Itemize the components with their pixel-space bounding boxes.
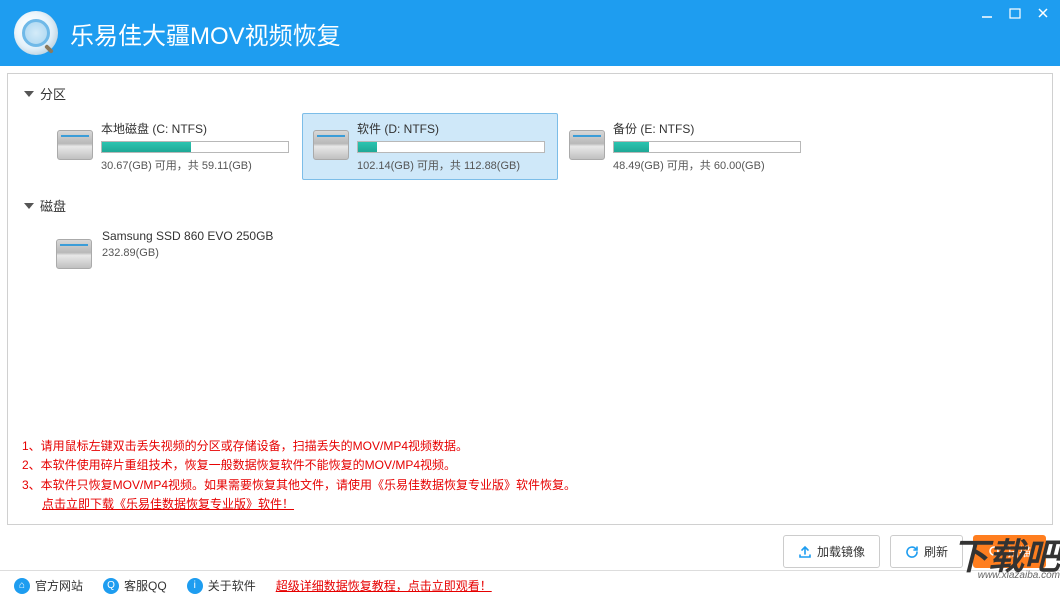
drive-info: 本地磁盘 (C: NTFS) 30.67(GB) 可用，共 59.11(GB) (101, 120, 291, 173)
partition-label: 分区 (40, 84, 66, 103)
disk-label-text: Samsung SSD 860 EVO 250GB (102, 229, 292, 243)
main-panel: 分区 本地磁盘 (C: NTFS) 30.67(GB) 可用，共 59.11(G… (7, 73, 1053, 525)
disk-icon (56, 239, 92, 269)
qq-icon: Q (103, 578, 119, 594)
drive-icon (569, 130, 605, 160)
download-pro-link[interactable]: 点击立即下载《乐易佳数据恢复专业版》软件！ (22, 495, 1038, 514)
search-icon (988, 545, 1002, 559)
scan-button[interactable]: 扫描 (973, 535, 1046, 568)
partition-section: 分区 本地磁盘 (C: NTFS) 30.67(GB) 可用，共 59.11(G… (24, 84, 1036, 180)
support-qq-label: 客服QQ (124, 577, 167, 594)
disk-0[interactable]: Samsung SSD 860 EVO 250GB 232.89(GB) (46, 225, 302, 273)
usage-bar (357, 141, 545, 153)
tutorial-link[interactable]: 超级详细数据恢复教程，点击立即观看！ (276, 577, 492, 594)
app-logo-icon (14, 11, 58, 55)
drive-c[interactable]: 本地磁盘 (C: NTFS) 30.67(GB) 可用，共 59.11(GB) (46, 113, 302, 180)
collapse-icon (24, 203, 34, 209)
maximize-button[interactable] (1008, 6, 1022, 20)
drive-label: 本地磁盘 (C: NTFS) (101, 120, 291, 137)
refresh-icon (905, 545, 919, 559)
disk-items: Samsung SSD 860 EVO 250GB 232.89(GB) (24, 225, 1036, 273)
instruction-line-1: 1、请用鼠标左键双击丢失视频的分区或存储设备，扫描丢失的MOV/MP4视频数据。 (22, 437, 1038, 456)
info-icon: i (187, 578, 203, 594)
drive-d[interactable]: 软件 (D: NTFS) 102.14(GB) 可用，共 112.88(GB) (302, 113, 558, 180)
instruction-line-2: 2、本软件使用碎片重组技术，恢复一般数据恢复软件不能恢复的MOV/MP4视频。 (22, 456, 1038, 475)
load-image-button[interactable]: 加载镜像 (783, 535, 880, 568)
drive-label: 备份 (E: NTFS) (613, 120, 803, 137)
load-image-label: 加载镜像 (817, 543, 865, 560)
disk-size: 232.89(GB) (102, 247, 292, 259)
collapse-icon (24, 91, 34, 97)
footer: ⌂ 官方网站 Q 客服QQ i 关于软件 超级详细数据恢复教程，点击立即观看！ (0, 570, 1060, 600)
drive-stats: 102.14(GB) 可用，共 112.88(GB) (357, 157, 547, 173)
drive-icon (313, 130, 349, 160)
drive-e[interactable]: 备份 (E: NTFS) 48.49(GB) 可用，共 60.00(GB) (558, 113, 814, 180)
disk-info: Samsung SSD 860 EVO 250GB 232.89(GB) (102, 229, 292, 269)
scan-label: 扫描 (1007, 543, 1031, 560)
minimize-button[interactable] (980, 6, 994, 20)
support-qq-link[interactable]: Q 客服QQ (103, 577, 167, 594)
usage-bar (101, 141, 289, 153)
disk-header[interactable]: 磁盘 (24, 196, 1036, 215)
usage-bar (613, 141, 801, 153)
drive-stats: 48.49(GB) 可用，共 60.00(GB) (613, 157, 803, 173)
drive-label: 软件 (D: NTFS) (357, 120, 547, 137)
drive-stats: 30.67(GB) 可用，共 59.11(GB) (101, 157, 291, 173)
refresh-button[interactable]: 刷新 (890, 535, 963, 568)
refresh-label: 刷新 (924, 543, 948, 560)
app-header: 乐易佳大疆MOV视频恢复 (0, 0, 1060, 66)
partition-header[interactable]: 分区 (24, 84, 1036, 103)
upload-icon (798, 545, 812, 559)
about-link[interactable]: i 关于软件 (187, 577, 256, 594)
disk-section: 磁盘 Samsung SSD 860 EVO 250GB 232.89(GB) (24, 196, 1036, 273)
app-title: 乐易佳大疆MOV视频恢复 (70, 16, 341, 51)
about-label: 关于软件 (208, 577, 256, 594)
close-button[interactable] (1036, 6, 1050, 20)
official-site-link[interactable]: ⌂ 官方网站 (14, 577, 83, 594)
action-toolbar: 加载镜像 刷新 扫描 (783, 535, 1046, 568)
home-icon: ⌂ (14, 578, 30, 594)
drive-icon (57, 130, 93, 160)
instruction-line-3: 3、本软件只恢复MOV/MP4视频。如果需要恢复其他文件，请使用《乐易佳数据恢复… (22, 476, 1038, 495)
drive-info: 备份 (E: NTFS) 48.49(GB) 可用，共 60.00(GB) (613, 120, 803, 173)
instructions: 1、请用鼠标左键双击丢失视频的分区或存储设备，扫描丢失的MOV/MP4视频数据。… (22, 437, 1038, 514)
disk-label: 磁盘 (40, 196, 66, 215)
drive-info: 软件 (D: NTFS) 102.14(GB) 可用，共 112.88(GB) (357, 120, 547, 173)
window-controls (980, 6, 1050, 20)
partition-items: 本地磁盘 (C: NTFS) 30.67(GB) 可用，共 59.11(GB) … (24, 113, 1036, 180)
official-site-label: 官方网站 (35, 577, 83, 594)
